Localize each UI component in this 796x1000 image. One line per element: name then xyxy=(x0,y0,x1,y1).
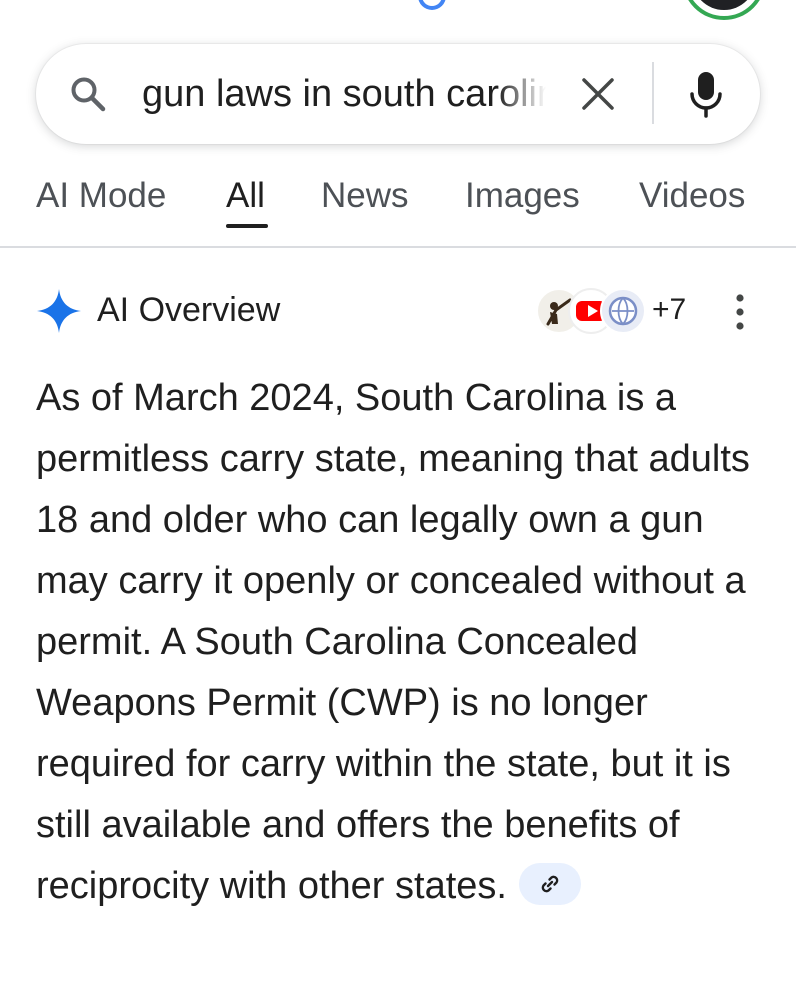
ai-overview-header: AI Overview +7 xyxy=(0,270,796,350)
ai-overview-body: As of March 2024, South Carolina is a pe… xyxy=(36,377,750,907)
ai-overview-title: AI Overview xyxy=(97,291,281,329)
link-icon xyxy=(541,875,559,893)
mic-icon[interactable] xyxy=(688,70,724,120)
tab-news[interactable]: News xyxy=(321,174,409,218)
search-icon xyxy=(71,77,106,112)
google-logo-icon[interactable] xyxy=(418,0,446,10)
sparkle-icon xyxy=(37,289,81,333)
source-favicon-globe-icon xyxy=(600,288,646,334)
tabs-divider xyxy=(0,246,796,248)
top-bar-partial xyxy=(0,0,796,40)
search-divider xyxy=(652,62,654,124)
tab-ai-mode[interactable]: AI Mode xyxy=(36,174,166,218)
search-input[interactable]: gun laws in south carolina xyxy=(142,70,546,118)
tab-all[interactable]: All xyxy=(226,174,265,218)
source-count[interactable]: +7 xyxy=(652,290,686,330)
active-tab-indicator xyxy=(226,224,268,228)
tab-videos[interactable]: Videos xyxy=(639,174,745,218)
search-tabs: AI Mode All News Images Videos xyxy=(0,160,796,248)
account-avatar[interactable] xyxy=(682,0,766,20)
search-bar[interactable]: gun laws in south carolina xyxy=(36,44,760,144)
source-icons[interactable] xyxy=(536,288,646,338)
tab-images[interactable]: Images xyxy=(465,174,580,218)
citation-link-button[interactable] xyxy=(518,862,581,905)
avatar-image xyxy=(692,0,756,10)
more-vert-icon[interactable] xyxy=(732,290,748,334)
ai-overview-text: As of March 2024, South Carolina is a pe… xyxy=(36,368,766,917)
close-icon[interactable] xyxy=(580,76,616,112)
